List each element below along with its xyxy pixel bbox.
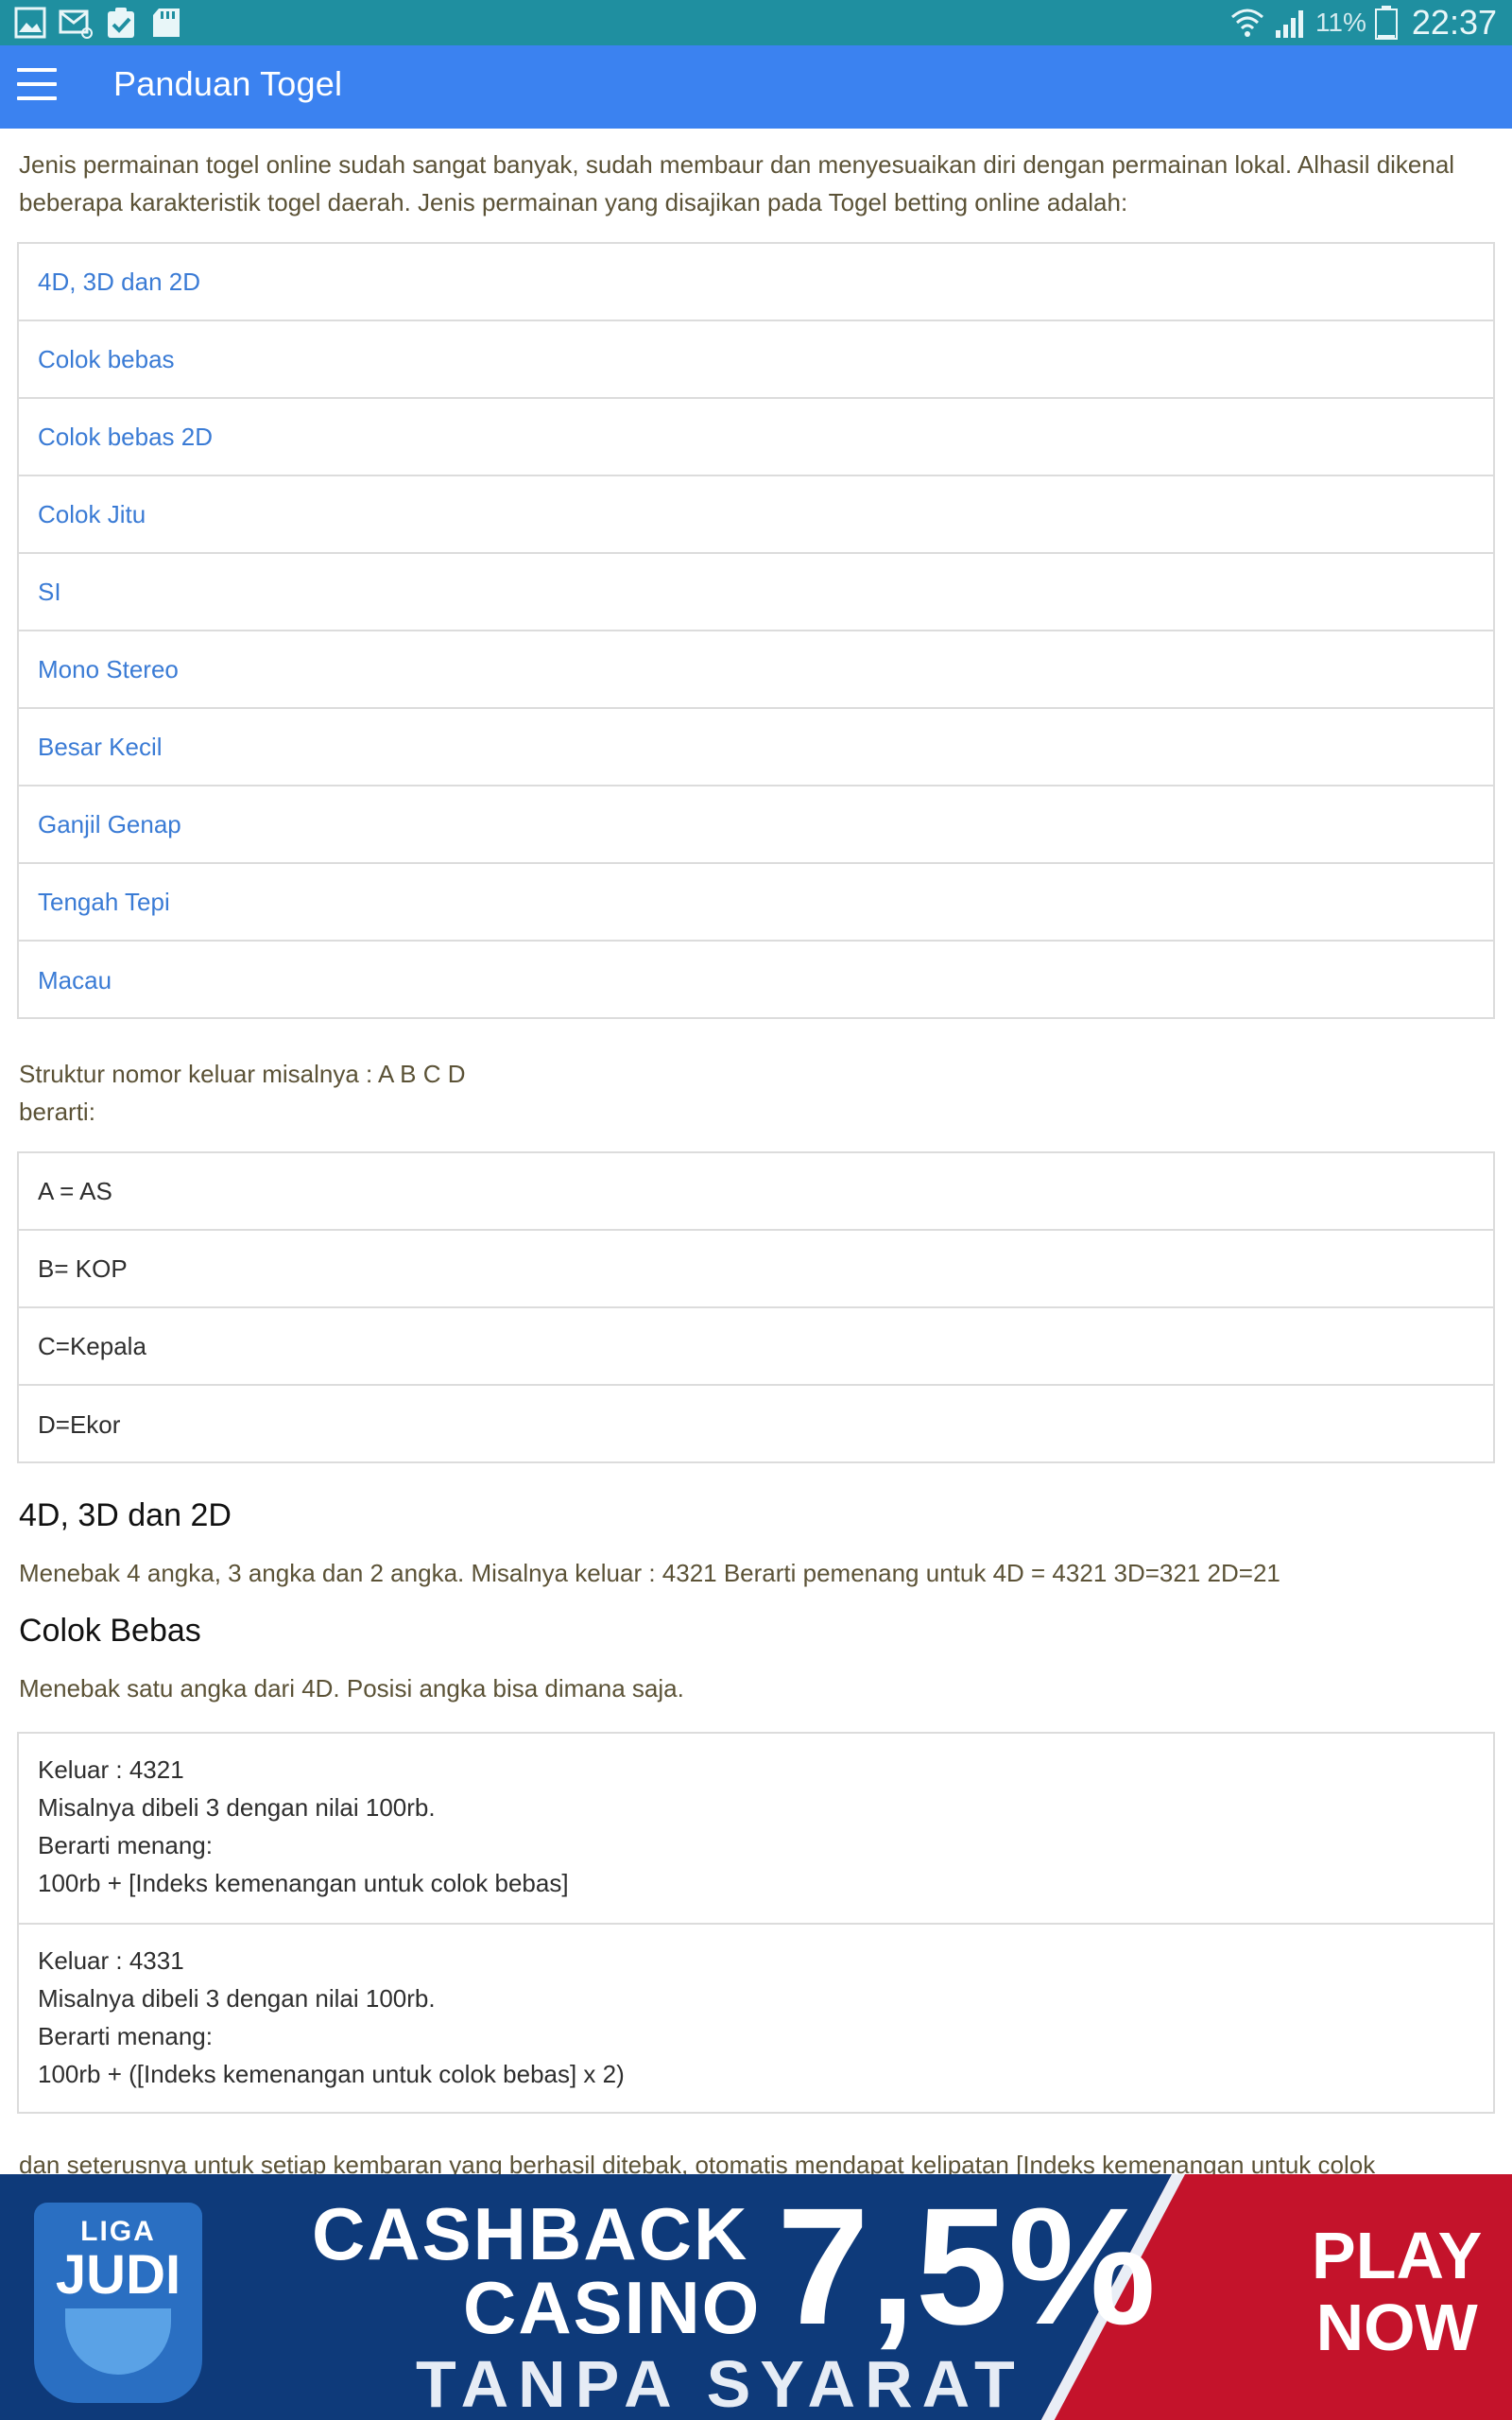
list-item-link[interactable]: Mono Stereo: [19, 631, 1493, 709]
wifi-icon: [1230, 9, 1263, 37]
list-item-link[interactable]: 4D, 3D dan 2D: [19, 244, 1493, 321]
example-item: Keluar : 4331 Misalnya dibeli 3 dengan n…: [19, 1925, 1493, 2114]
notification-icons: [13, 6, 183, 40]
clock: 22:37: [1411, 3, 1497, 42]
list-item-link[interactable]: Colok bebas 2D: [19, 399, 1493, 476]
list-item-link[interactable]: Besar Kecil: [19, 709, 1493, 786]
logo-text-liga: LIGA: [80, 2216, 156, 2247]
play-now-button[interactable]: PLAY NOW: [1312, 2220, 1482, 2363]
game-types-list: 4D, 3D dan 2D Colok bebas Colok bebas 2D…: [17, 242, 1495, 1019]
structure-text: Struktur nomor keluar misalnya : A B C D…: [0, 1055, 1512, 1131]
continued-paragraph: dan seterusnya untuk setiap kembaran yan…: [19, 2151, 1376, 2174]
list-item: C=Kepala: [19, 1308, 1493, 1386]
logo-text-judi: JUDI: [55, 2244, 181, 2306]
list-item: D=Ekor: [38, 1409, 121, 1439]
example-item: Keluar : 4321 Misalnya dibeli 3 dengan n…: [19, 1734, 1493, 1925]
ad-tanpa-syarat-text: TANPA SYARAT: [416, 2347, 1024, 2420]
example-line: Keluar : 4331: [38, 1946, 184, 1975]
section-heading-colok-bebas: Colok Bebas: [19, 1613, 201, 1649]
clipboard-check-icon: [108, 8, 134, 38]
battery-percent: 11%: [1314, 8, 1366, 37]
example-line: Keluar : 4321: [38, 1755, 184, 1784]
example-line: Berarti menang:: [38, 1831, 213, 1859]
now-text: NOW: [1315, 2290, 1478, 2364]
example-line: 100rb + ([Indeks kemenangan untuk colok …: [38, 2060, 625, 2088]
article-content[interactable]: Jenis permainan togel online sudah sanga…: [0, 129, 1512, 2174]
list-item-link[interactable]: Macau: [19, 942, 1493, 1019]
sd-card-icon: [153, 9, 180, 37]
example-line: Misalnya dibeli 3 dengan nilai 100rb.: [38, 1984, 436, 2013]
ad-casino-text: CASINO: [463, 2266, 762, 2349]
ad-percent-text: 7,5%: [777, 2174, 1157, 2360]
examples-list: Keluar : 4321 Misalnya dibeli 3 dengan n…: [17, 1732, 1495, 2114]
play-text: PLAY: [1312, 2219, 1483, 2292]
list-item: B= KOP: [19, 1231, 1493, 1308]
app-bar: Panduan Togel: [0, 45, 1512, 129]
mail-icon: [59, 9, 93, 39]
structure-line: Struktur nomor keluar misalnya : A B C D: [19, 1060, 466, 1088]
ad-banner[interactable]: LIGA JUDI CASHBACK CASINO 7,5% TANPA SYA…: [0, 2174, 1512, 2420]
battery-icon: [1374, 6, 1398, 40]
example-line: Misalnya dibeli 3 dengan nilai 100rb.: [38, 1793, 436, 1822]
list-item-link[interactable]: Colok Jitu: [19, 476, 1493, 554]
soccer-ball-icon: [65, 2308, 171, 2375]
example-line: Berarti menang:: [38, 2022, 213, 2050]
signal-icon: [1275, 10, 1303, 38]
structure-line: berarti:: [19, 1098, 95, 1126]
status-bar: 11% 22:37: [0, 0, 1512, 45]
app-title: Panduan Togel: [113, 64, 343, 103]
intro-paragraph: Jenis permainan togel online sudah sanga…: [19, 150, 1455, 216]
system-indicators: 11% 22:37: [1228, 0, 1497, 45]
section-description-colok-bebas: Menebak satu angka dari 4D. Posisi angka…: [19, 1674, 684, 1703]
structure-list: A = AS B= KOP C=Kepala D=Ekor: [17, 1151, 1495, 1463]
list-item: A = AS: [19, 1153, 1493, 1231]
hamburger-menu-icon[interactable]: [17, 68, 59, 106]
section-description-4d: Menebak 4 angka, 3 angka dan 2 angka. Mi…: [19, 1559, 1280, 1587]
image-icon: [14, 7, 46, 39]
list-item-link[interactable]: Ganjil Genap: [19, 786, 1493, 864]
list-item-link[interactable]: Colok bebas: [19, 321, 1493, 399]
liga-judi-logo: LIGA JUDI: [34, 2203, 202, 2403]
list-item-link[interactable]: Tengah Tepi: [19, 864, 1493, 942]
list-item-link[interactable]: SI: [19, 554, 1493, 631]
section-heading-4d: 4D, 3D dan 2D: [19, 1497, 232, 1533]
example-line: 100rb + [Indeks kemenangan untuk colok b…: [38, 1869, 569, 1897]
